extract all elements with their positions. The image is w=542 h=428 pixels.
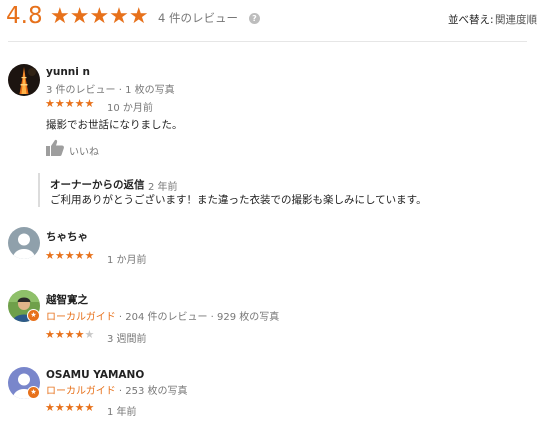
review-stars: ★★★★★ [45,249,95,262]
sort-dropdown[interactable]: 関連度順 [495,12,537,27]
reviewer-name[interactable]: yunni n [46,66,90,78]
review-text: 撮影でお世話になりました。 [46,119,183,131]
reviewer-meta: ローカルガイド · 253 枚の写真 [46,386,188,397]
reviewer-name[interactable]: OSAMU YAMANO [46,369,144,381]
default-avatar-icon [8,227,40,259]
average-rating: 4.8 [6,3,43,29]
review-stars: ★★★★★ [45,97,95,110]
local-guide-badge-icon: ★ [27,309,40,322]
like-button[interactable]: いいね [69,143,99,158]
review-count[interactable]: 4 件のレビュー [158,10,238,26]
reviewer-meta: ローカルガイド · 204 件のレビュー · 929 枚の写真 [46,312,280,323]
reviewer-name[interactable]: 越智寛之 [46,292,88,307]
local-guide-label: ローカルガイド [46,386,116,397]
review-time: 3 週間前 [107,334,147,345]
help-icon[interactable]: ? [249,13,260,24]
review-stars: ★★★★★ [45,328,95,341]
thumbs-up-icon [46,139,64,156]
sort-label: 並べ替え: [448,14,494,26]
reviewer-name[interactable]: ちゃちゃ [46,229,88,244]
owner-reply-label: オーナーからの返信 [50,179,145,191]
thumbs-up-icon[interactable] [45,139,65,157]
header-divider [8,41,527,42]
reviewer-avatar[interactable] [8,64,40,96]
review-time: 1 か月前 [107,255,147,266]
reviewer-meta: 3 件のレビュー · 1 枚の写真 [46,85,175,96]
review-stars: ★★★★★ [45,401,95,414]
reply-indicator [38,173,40,207]
average-rating-stars: ★★★★★ [50,4,149,29]
reviewer-avatar[interactable] [8,227,40,259]
local-guide-badge-icon: ★ [27,386,40,399]
tower-photo-avatar-icon [8,64,40,96]
owner-reply-time: 2 年前 [148,182,178,193]
local-guide-label: ローカルガイド [46,312,116,323]
review-time: 1 年前 [107,407,137,418]
review-time: 10 か月前 [107,103,153,114]
owner-reply-text: ご利用ありがとうございます！また違った衣装での撮影も楽しみにしています。 [50,194,427,206]
